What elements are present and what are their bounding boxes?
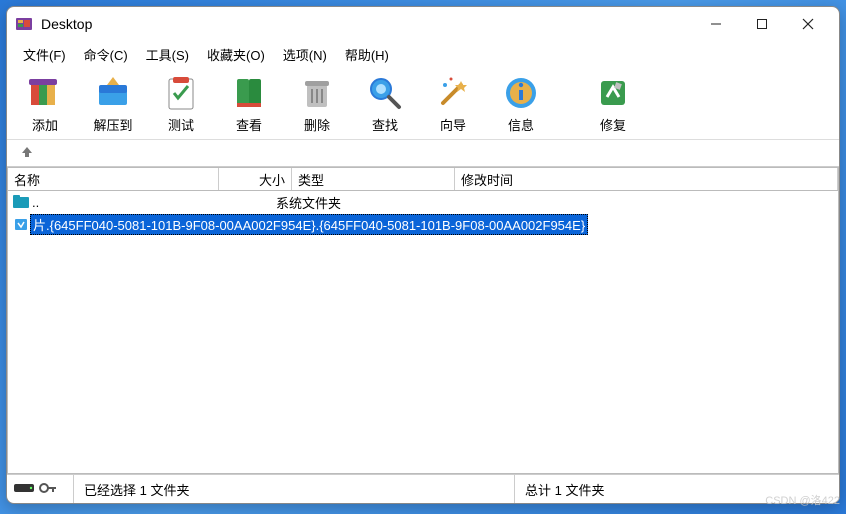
header-time[interactable]: 修改时间 <box>455 168 838 190</box>
find-icon <box>365 73 405 113</box>
tb-wizard-label: 向导 <box>440 115 466 134</box>
file-list[interactable]: .. 系统文件夹 片.{645FF040-5081-101B-9F08-00AA… <box>7 191 839 474</box>
window-title: Desktop <box>41 16 92 32</box>
app-icon <box>15 15 33 33</box>
tb-view-label: 查看 <box>236 115 262 134</box>
row-name: .. <box>30 195 41 210</box>
tb-delete-label: 删除 <box>304 115 330 134</box>
status-left: 已经选择 1 文件夹 <box>73 475 514 503</box>
list-item[interactable]: .. 系统文件夹 <box>8 191 838 213</box>
info-icon <box>501 73 541 113</box>
tb-extract-label: 解压到 <box>93 115 132 134</box>
tb-test[interactable]: 测试 <box>151 73 211 134</box>
row-type: 系统文件夹 <box>276 193 426 212</box>
tb-view[interactable]: 查看 <box>219 73 279 134</box>
menu-command[interactable]: 命令(C) <box>76 43 136 66</box>
tb-extract[interactable]: 解压到 <box>83 73 143 134</box>
drive-icon[interactable] <box>13 481 35 498</box>
key-icon[interactable] <box>39 481 57 498</box>
header-name[interactable]: 名称 <box>8 168 219 190</box>
header-size[interactable]: 大小 <box>219 168 292 190</box>
menu-favorite[interactable]: 收藏夹(O) <box>199 43 273 66</box>
column-headers: 名称 大小 类型 修改时间 <box>7 167 839 191</box>
statusbar: 已经选择 1 文件夹 总计 1 文件夹 <box>7 474 839 503</box>
menu-options[interactable]: 选项(N) <box>275 43 335 66</box>
toolbar: 添加 解压到 测试 查看 删除 查找 向导 信息 <box>7 67 839 140</box>
wizard-icon <box>433 73 473 113</box>
tb-find[interactable]: 查找 <box>355 73 415 134</box>
up-folder-icon <box>12 195 30 209</box>
menu-file[interactable]: 文件(F) <box>15 43 74 66</box>
tb-repair[interactable]: 修复 <box>583 73 643 134</box>
watermark: CSDN @洛422 <box>765 492 840 508</box>
delete-icon <box>297 73 337 113</box>
app-window: Desktop 文件(F) 命令(C) 工具(S) 收藏夹(O) 选项(N) 帮… <box>6 6 840 504</box>
tb-repair-label: 修复 <box>600 115 626 134</box>
recycle-bin-icon <box>12 216 30 232</box>
extract-icon <box>93 73 133 113</box>
menubar: 文件(F) 命令(C) 工具(S) 收藏夹(O) 选项(N) 帮助(H) <box>7 41 839 67</box>
nav-subbar <box>7 140 839 167</box>
header-type[interactable]: 类型 <box>292 168 455 190</box>
up-arrow-icon[interactable] <box>19 144 35 163</box>
tb-info-label: 信息 <box>508 115 534 134</box>
row-name: 片.{645FF040-5081-101B-9F08-00AA002F954E}… <box>30 214 588 235</box>
tb-test-label: 测试 <box>168 115 194 134</box>
view-icon <box>229 73 269 113</box>
minimize-button[interactable] <box>693 9 739 39</box>
menu-tools[interactable]: 工具(S) <box>138 43 197 66</box>
tb-find-label: 查找 <box>372 115 398 134</box>
add-icon <box>25 73 65 113</box>
tb-delete[interactable]: 删除 <box>287 73 347 134</box>
test-icon <box>161 73 201 113</box>
titlebar: Desktop <box>7 7 839 41</box>
tb-wizard[interactable]: 向导 <box>423 73 483 134</box>
list-item[interactable]: 片.{645FF040-5081-101B-9F08-00AA002F954E}… <box>8 213 838 235</box>
maximize-button[interactable] <box>739 9 785 39</box>
tb-info[interactable]: 信息 <box>491 73 551 134</box>
close-button[interactable] <box>785 9 831 39</box>
repair-icon <box>593 73 633 113</box>
tb-add-label: 添加 <box>32 115 58 134</box>
tb-add[interactable]: 添加 <box>15 73 75 134</box>
menu-help[interactable]: 帮助(H) <box>337 43 397 66</box>
